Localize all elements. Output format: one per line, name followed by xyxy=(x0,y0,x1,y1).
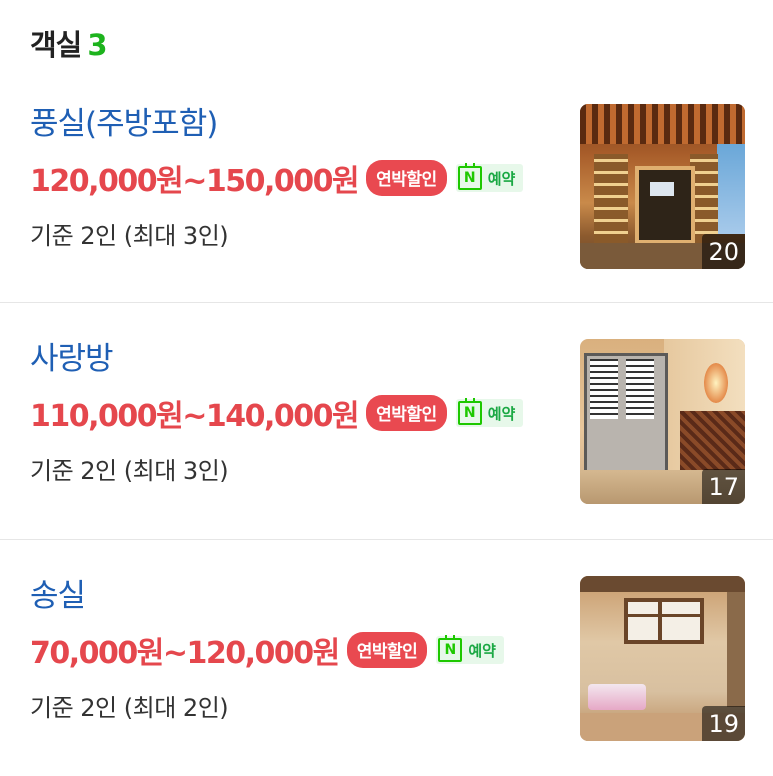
room-item[interactable]: 풍실(주방포함) 120,000원~150,000원 연박할인 N 예약 기준 … xyxy=(0,68,773,302)
photo-roof xyxy=(580,104,745,144)
naver-booking-badge[interactable]: N 예약 xyxy=(455,163,524,192)
price-line: 120,000원~150,000원 연박할인 N 예약 xyxy=(30,156,524,200)
room-photo[interactable]: 20 xyxy=(580,104,745,269)
rooms-section-title: 객실 3 xyxy=(30,22,108,64)
room-capacity: 기준 2인 (최대 2인) xyxy=(30,694,229,722)
naver-calendar-icon: N xyxy=(438,635,463,662)
room-price: 120,000원~150,000원 xyxy=(30,164,360,199)
room-count: 3 xyxy=(87,28,107,62)
photo-sky xyxy=(717,144,745,234)
naver-booking-label: 예약 xyxy=(468,641,496,660)
price-line: 110,000원~140,000원 연박할인 N 예약 xyxy=(30,391,524,435)
photo-calligraphy xyxy=(590,359,618,419)
photo-lamp xyxy=(704,363,728,403)
room-photo[interactable]: 17 xyxy=(580,339,745,504)
photo-window-frame xyxy=(624,614,704,617)
photo-count: 20 xyxy=(702,234,745,269)
naver-calendar-icon: N xyxy=(457,398,482,425)
room-capacity: 기준 2인 (최대 3인) xyxy=(30,457,229,485)
photo-calligraphy xyxy=(626,359,654,419)
photo-panel xyxy=(594,154,628,246)
photo-window xyxy=(624,598,704,644)
room-list: 풍실(주방포함) 120,000원~150,000원 연박할인 N 예약 기준 … xyxy=(0,68,773,776)
discount-badge: 연박할인 xyxy=(366,395,447,431)
naver-booking-label: 예약 xyxy=(487,404,516,423)
photo-bedding xyxy=(588,684,646,710)
room-photo[interactable]: 19 xyxy=(580,576,745,741)
room-name[interactable]: 풍실(주방포함) xyxy=(30,98,218,143)
photo-ceiling xyxy=(580,576,745,592)
photo-door xyxy=(635,166,695,244)
naver-booking-label: 예약 xyxy=(487,169,516,188)
room-item[interactable]: 송실 70,000원~120,000원 연박할인 N 예약 기준 2인 (최대 … xyxy=(0,539,773,776)
photo-count: 17 xyxy=(702,469,745,504)
naver-booking-badge[interactable]: N 예약 xyxy=(455,398,524,427)
room-name[interactable]: 송실 xyxy=(30,570,86,615)
photo-count: 19 xyxy=(702,706,745,741)
photo-window-frame xyxy=(658,598,662,644)
room-price: 70,000원~120,000원 xyxy=(30,636,340,671)
room-capacity: 기준 2인 (최대 3인) xyxy=(30,222,229,250)
discount-badge: 연박할인 xyxy=(366,160,447,196)
room-name[interactable]: 사랑방 xyxy=(30,333,114,378)
section-title-text: 객실 xyxy=(30,28,82,62)
price-line: 70,000원~120,000원 연박할인 N 예약 xyxy=(30,628,504,672)
room-price: 110,000원~140,000원 xyxy=(30,399,360,434)
photo-door-inner xyxy=(650,182,674,196)
naver-calendar-icon: N xyxy=(457,163,482,190)
naver-booking-badge[interactable]: N 예약 xyxy=(436,635,504,664)
discount-badge: 연박할인 xyxy=(346,632,428,668)
photo-side xyxy=(727,592,745,707)
room-item[interactable]: 사랑방 110,000원~140,000원 연박할인 N 예약 기준 2인 (최… xyxy=(0,302,773,539)
